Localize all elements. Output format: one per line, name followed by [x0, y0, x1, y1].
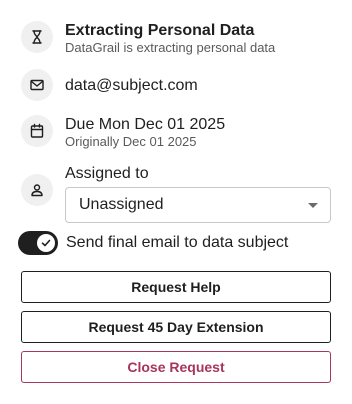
send-email-toggle[interactable]: [18, 231, 58, 255]
assignee-select[interactable]: Unassigned: [65, 187, 331, 223]
original-due-date: Originally Dec 01 2025: [65, 134, 197, 149]
user-icon: [21, 174, 53, 206]
email-row: data@subject.com: [21, 69, 198, 101]
status-subtitle: DataGrail is extracting personal data: [65, 40, 276, 55]
send-email-label: Send final email to data subject: [66, 234, 289, 251]
send-email-toggle-row: Send final email to data subject: [18, 231, 288, 255]
hourglass-icon: [21, 21, 53, 53]
assignee-label: Assigned to: [65, 165, 149, 182]
assignee-row: Assigned to Unassigned: [21, 164, 331, 223]
request-help-button[interactable]: Request Help: [21, 271, 331, 303]
check-icon: [37, 234, 55, 252]
assignee-value: Unassigned: [79, 196, 164, 213]
request-extension-button[interactable]: Request 45 Day Extension: [21, 311, 331, 343]
status-row: Extracting Personal Data DataGrail is ex…: [21, 21, 275, 56]
close-request-button[interactable]: Close Request: [21, 351, 331, 383]
chevron-down-icon: [308, 202, 318, 208]
calendar-icon: [21, 115, 53, 147]
status-title: Extracting Personal Data: [65, 22, 255, 39]
due-row: Due Mon Dec 01 2025 Originally Dec 01 20…: [21, 115, 225, 150]
mail-icon: [21, 69, 53, 101]
subject-email: data@subject.com: [65, 76, 198, 94]
due-date: Due Mon Dec 01 2025: [65, 116, 226, 133]
